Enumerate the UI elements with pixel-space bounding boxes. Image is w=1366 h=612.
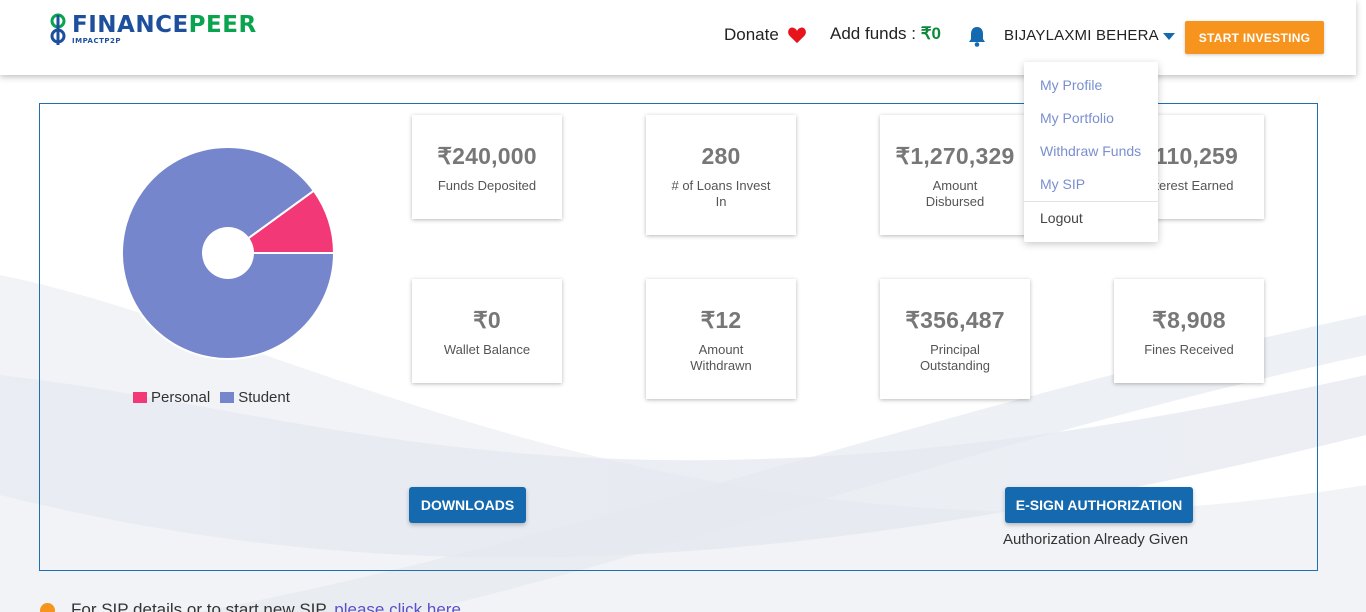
user-dropdown-menu: My Profile My Portfolio Withdraw Funds M…: [1024, 62, 1158, 242]
legend-swatch-personal: [133, 392, 147, 403]
stat-card-principal-outstanding: ₹356,487 Principal Outstanding: [880, 279, 1030, 399]
logo-subtitle: IMPACTP2P: [72, 37, 122, 45]
stat-value: ₹240,000: [437, 143, 537, 169]
legend-label-personal: Personal: [151, 389, 211, 406]
legend-item-personal[interactable]: Personal: [133, 389, 210, 406]
donate-link[interactable]: Donate: [724, 25, 807, 45]
loan-type-pie-chart: [121, 146, 336, 360]
financepeer-logo[interactable]: FINANCEPEER IMPACTP2P: [48, 12, 257, 48]
stat-value: ₹8,908: [1152, 307, 1226, 333]
menu-item-logout[interactable]: Logout: [1040, 210, 1083, 226]
stat-label: Amount Disbursed: [925, 178, 985, 209]
heart-icon: [787, 27, 806, 44]
stat-value: ₹0: [473, 307, 501, 333]
authorization-status-text: Authorization Already Given: [1003, 531, 1189, 548]
logo-wordmark: FINANCEPEER: [72, 12, 257, 38]
chevron-down-icon[interactable]: [1163, 33, 1175, 41]
notification-bell-icon[interactable]: [967, 25, 987, 47]
stat-card-loans-invested: 280 # of Loans Invest In: [646, 115, 796, 235]
stat-label: Principal Outstanding: [919, 342, 991, 373]
stat-card-fines-received: ₹8,908 Fines Received: [1114, 279, 1264, 383]
pie-center-hole: [202, 227, 254, 279]
sip-info-text: For SIP details or to start new SIP,: [71, 600, 330, 612]
start-investing-button[interactable]: START INVESTING: [1185, 21, 1324, 54]
sip-info-line: For SIP details or to start new SIP, ple…: [40, 600, 461, 612]
bullet-dot-icon: [40, 602, 55, 612]
downloads-button[interactable]: DOWNLOADS: [409, 487, 526, 523]
stat-value: ₹1,270,329: [895, 143, 1015, 169]
menu-item-my-portfolio[interactable]: My Portfolio: [1040, 110, 1114, 126]
stat-card-amount-withdrawn: ₹12 Amount Withdrawn: [646, 279, 796, 399]
legend-label-student: Student: [238, 389, 290, 406]
stat-card-funds-deposited: ₹240,000 Funds Deposited: [412, 115, 562, 219]
add-funds-amount: ₹0: [920, 24, 942, 43]
legend-item-student[interactable]: Student: [220, 389, 290, 406]
stat-label: Amount Withdrawn: [690, 342, 752, 373]
stat-card-wallet-balance: ₹0 Wallet Balance: [412, 279, 562, 383]
legend-swatch-student: [220, 392, 235, 403]
menu-divider: [1024, 201, 1158, 202]
stat-label: Wallet Balance: [443, 342, 531, 357]
stat-card-amount-disbursed: ₹1,270,329 Amount Disbursed: [880, 115, 1030, 235]
add-funds-link[interactable]: Add funds : ₹0: [830, 24, 941, 44]
donate-label: Donate: [724, 25, 779, 44]
logo-mark-icon: [50, 13, 66, 45]
stat-label: Fines Received: [1144, 342, 1234, 357]
stat-value: ₹356,487: [905, 307, 1005, 333]
chart-legend: Personal Student: [133, 389, 300, 406]
stat-value: 280: [701, 143, 741, 169]
menu-item-my-sip[interactable]: My SIP: [1040, 176, 1085, 192]
stat-value: ₹12: [700, 307, 742, 333]
menu-item-withdraw-funds[interactable]: Withdraw Funds: [1040, 143, 1141, 159]
menu-item-my-profile[interactable]: My Profile: [1040, 77, 1102, 93]
stat-label: Funds Deposited: [437, 178, 537, 193]
user-menu-toggle[interactable]: BIJAYLAXMI BEHERA: [1004, 27, 1159, 44]
stat-label: # of Loans Invest In: [671, 178, 771, 209]
add-funds-label: Add funds :: [830, 24, 921, 43]
sip-click-here-link[interactable]: please click here: [334, 600, 461, 612]
esign-authorization-button[interactable]: E-SIGN AUTHORIZATION: [1005, 487, 1193, 523]
